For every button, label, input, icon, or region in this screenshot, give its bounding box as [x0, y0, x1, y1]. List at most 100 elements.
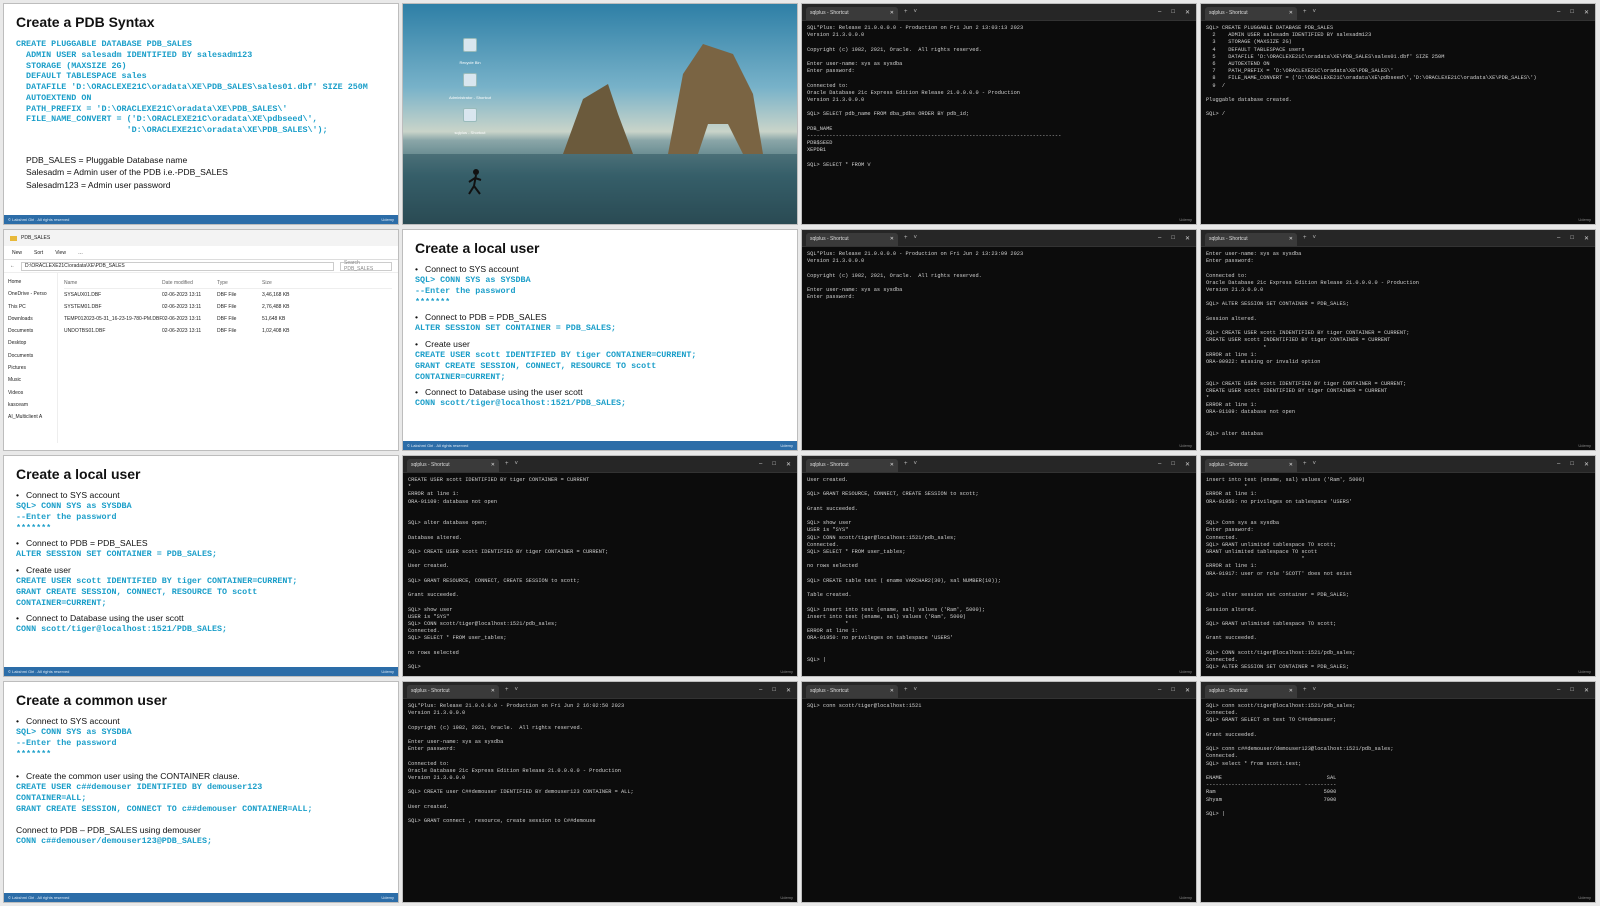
- column-header[interactable]: Date modified: [162, 280, 217, 286]
- close-button[interactable]: ✕: [1584, 9, 1589, 16]
- new-tab-button[interactable]: +: [904, 687, 908, 693]
- maximize-button[interactable]: □: [1570, 235, 1574, 242]
- dropdown-icon[interactable]: ˅: [914, 687, 918, 693]
- nav-item[interactable]: Home: [8, 276, 53, 288]
- terminal-output[interactable]: SQL> conn scott/tiger@localhost:1521: [802, 699, 1196, 714]
- new-tab-button[interactable]: +: [1303, 9, 1307, 15]
- minimize-button[interactable]: –: [1158, 9, 1161, 16]
- terminal-tab[interactable]: sqlplus - Shortcut ✕: [1205, 458, 1297, 472]
- close-button[interactable]: ✕: [1584, 687, 1589, 694]
- maximize-button[interactable]: □: [1171, 461, 1175, 468]
- maximize-button[interactable]: □: [1171, 9, 1175, 16]
- close-button[interactable]: ✕: [1185, 235, 1190, 242]
- column-header[interactable]: Type: [217, 280, 262, 286]
- dropdown-icon[interactable]: ˅: [914, 235, 918, 241]
- maximize-button[interactable]: □: [1570, 687, 1574, 694]
- new-button[interactable]: New: [12, 250, 22, 256]
- nav-item[interactable]: This PC: [8, 301, 53, 313]
- dropdown-icon[interactable]: ˅: [914, 9, 918, 15]
- new-tab-button[interactable]: +: [505, 687, 509, 693]
- close-tab-icon[interactable]: ✕: [890, 236, 894, 242]
- minimize-button[interactable]: –: [1557, 235, 1560, 242]
- file-row[interactable]: UNDOTBS01.DBF 02-06-2023 13:11 DBF File 1,0…: [64, 325, 392, 337]
- terminal-tab[interactable]: sqlplus - Shortcut ✕: [407, 458, 499, 472]
- search-input[interactable]: Search PDB_SALES: [340, 260, 392, 272]
- dropdown-icon[interactable]: ˅: [1313, 687, 1317, 693]
- column-header[interactable]: Name: [64, 280, 162, 286]
- dropdown-icon[interactable]: ˅: [515, 461, 519, 467]
- close-tab-icon[interactable]: ✕: [890, 462, 894, 468]
- terminal-output[interactable]: SQL> CREATE PLUGGABLE DATABASE PDB_SALES…: [1201, 21, 1595, 123]
- nav-item[interactable]: Videos: [8, 387, 53, 399]
- file-row[interactable]: SYSAUX01.DBF 02-06-2023 13:11 DBF File 3,46…: [64, 289, 392, 301]
- close-tab-icon[interactable]: ✕: [890, 10, 894, 16]
- nav-item[interactable]: OneDrive - Perso: [8, 288, 53, 300]
- close-tab-icon[interactable]: ✕: [491, 462, 495, 468]
- new-tab-button[interactable]: +: [1303, 461, 1307, 467]
- terminal-tab[interactable]: sqlplus - Shortcut ✕: [407, 684, 499, 698]
- terminal-output[interactable]: SQL> conn scott/tiger@localhost:1521/pdb…: [1201, 699, 1595, 822]
- terminal-tab[interactable]: sqlplus - Shortcut ✕: [806, 684, 898, 698]
- dropdown-icon[interactable]: ˅: [1313, 461, 1317, 467]
- minimize-button[interactable]: –: [1158, 687, 1161, 694]
- terminal-output[interactable]: SQL*Plus: Release 21.0.0.0.0 - Productio…: [802, 21, 1196, 173]
- minimize-button[interactable]: –: [759, 687, 762, 694]
- back-icon[interactable]: ←: [10, 263, 15, 269]
- terminal-output[interactable]: insert into test (ename, sal) values ('R…: [1201, 473, 1595, 675]
- view-button[interactable]: View: [55, 250, 66, 256]
- nav-item[interactable]: Downloads: [8, 313, 53, 325]
- terminal-tab[interactable]: sqlplus - Shortcut ✕: [1205, 232, 1297, 246]
- maximize-button[interactable]: □: [1171, 235, 1175, 242]
- terminal-tab[interactable]: sqlplus - Shortcut ✕: [806, 232, 898, 246]
- column-header[interactable]: Size: [262, 280, 272, 286]
- close-button[interactable]: ✕: [1185, 687, 1190, 694]
- dropdown-icon[interactable]: ˅: [1313, 9, 1317, 15]
- close-button[interactable]: ✕: [1584, 235, 1589, 242]
- minimize-button[interactable]: –: [1158, 235, 1161, 242]
- dropdown-icon[interactable]: ˅: [515, 687, 519, 693]
- nav-item[interactable]: Pictures: [8, 362, 53, 374]
- minimize-button[interactable]: –: [1557, 9, 1560, 16]
- terminal-tab[interactable]: sqlplus - Shortcut ✕: [806, 6, 898, 20]
- close-button[interactable]: ✕: [1185, 9, 1190, 16]
- close-tab-icon[interactable]: ✕: [890, 688, 894, 694]
- address-bar[interactable]: D:\ORACLEXE21C\oradata\XE\PDB_SALES: [21, 261, 334, 271]
- terminal-output[interactable]: User created. SQL> GRANT RESOURCE, CONNE…: [802, 473, 1196, 668]
- terminal-output[interactable]: CREATE USER scott IDENTIFIED BY tiger CO…: [403, 473, 797, 675]
- nav-item[interactable]: Documents: [8, 325, 53, 337]
- new-tab-button[interactable]: +: [1303, 687, 1307, 693]
- nav-item[interactable]: kasceam: [8, 399, 53, 411]
- maximize-button[interactable]: □: [772, 687, 776, 694]
- minimize-button[interactable]: –: [1158, 461, 1161, 468]
- close-button[interactable]: ✕: [1185, 461, 1190, 468]
- close-tab-icon[interactable]: ✕: [1289, 10, 1293, 16]
- maximize-button[interactable]: □: [772, 461, 776, 468]
- close-tab-icon[interactable]: ✕: [1289, 236, 1293, 242]
- nav-item[interactable]: Desktop: [8, 337, 53, 349]
- new-tab-button[interactable]: +: [904, 235, 908, 241]
- recycle-bin-icon[interactable]: [463, 38, 477, 52]
- nav-item[interactable]: Documents: [8, 350, 53, 362]
- terminal-tab[interactable]: sqlplus - Shortcut ✕: [806, 458, 898, 472]
- minimize-button[interactable]: –: [1557, 687, 1560, 694]
- dropdown-icon[interactable]: ˅: [914, 461, 918, 467]
- close-button[interactable]: ✕: [786, 461, 791, 468]
- new-tab-button[interactable]: +: [505, 461, 509, 467]
- file-row[interactable]: SYSTEM01.DBF 02-06-2023 13:11 DBF File 2,76…: [64, 301, 392, 313]
- admin-shortcut-icon[interactable]: [463, 73, 477, 87]
- close-tab-icon[interactable]: ✕: [491, 688, 495, 694]
- close-tab-icon[interactable]: ✕: [1289, 688, 1293, 694]
- new-tab-button[interactable]: +: [904, 9, 908, 15]
- close-button[interactable]: ✕: [1584, 461, 1589, 468]
- maximize-button[interactable]: □: [1570, 461, 1574, 468]
- maximize-button[interactable]: □: [1171, 687, 1175, 694]
- file-row[interactable]: TEMP012023-05-31_16-23-19-780-PM.DBF 02-0…: [64, 313, 392, 325]
- maximize-button[interactable]: □: [1570, 9, 1574, 16]
- minimize-button[interactable]: –: [1557, 461, 1560, 468]
- terminal-output[interactable]: SQL*Plus: Release 21.0.0.0.0 - Productio…: [403, 699, 797, 829]
- nav-item[interactable]: Music: [8, 374, 53, 386]
- terminal-output[interactable]: SQL*Plus: Release 21.0.0.0.0 - Productio…: [802, 247, 1196, 305]
- close-tab-icon[interactable]: ✕: [1289, 462, 1293, 468]
- new-tab-button[interactable]: +: [904, 461, 908, 467]
- more-button[interactable]: …: [78, 250, 83, 256]
